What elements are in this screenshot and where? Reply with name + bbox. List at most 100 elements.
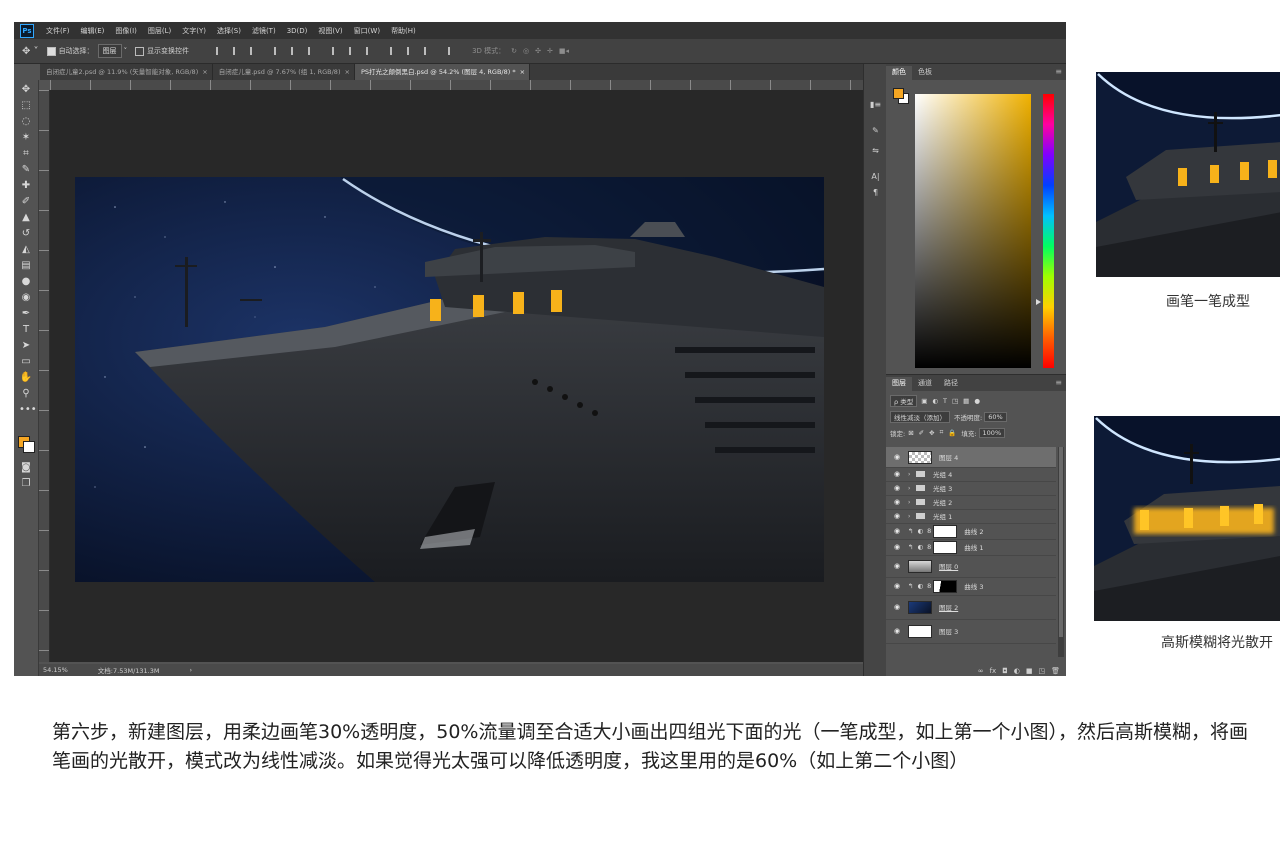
auto-select-checkbox[interactable] [46,46,56,56]
lock-transparent-icon[interactable]: ⊠ [908,429,913,437]
menu-help[interactable]: 帮助(H) [391,26,416,36]
filter-adjust-icon[interactable]: ◐ [932,397,938,405]
align-middle-icon[interactable] [233,47,243,55]
layer-row-layer-4[interactable]: ◉ 图层 4 [886,447,1056,468]
menu-image[interactable]: 图像(I) [115,26,137,36]
hand-tool-icon[interactable]: ✋ [19,372,33,384]
eye-icon[interactable]: ◉ [892,453,902,461]
move-tool-icon[interactable]: ✥ [19,84,33,96]
layer-row-layer-2[interactable]: ◉ 图层 2 [886,595,1056,620]
menu-window[interactable]: 窗口(W) [354,26,380,36]
3d-roll-icon[interactable]: ◎ [523,47,529,55]
tab-layers[interactable]: 图层 [886,377,912,391]
history-icon[interactable]: ▮≡ [870,100,881,110]
eye-icon[interactable]: ◉ [892,543,902,551]
zoom-tool-icon[interactable]: ⚲ [19,388,33,400]
filter-smart-icon[interactable]: ▦ [963,397,969,405]
new-layer-icon[interactable]: ◳ [1038,667,1045,675]
menu-edit[interactable]: 编辑(E) [81,26,105,36]
eyedropper-tool-icon[interactable]: ✎ [19,164,33,176]
panel-menu-icon[interactable]: ≡ [1055,67,1062,76]
path-select-tool-icon[interactable]: ➤ [19,340,33,352]
3d-slide-icon[interactable]: ✛ [547,47,553,55]
auto-align-icon[interactable] [448,47,458,55]
brush-presets-icon[interactable]: ✎ [870,126,881,136]
layer-row-group-3[interactable]: ◉ › 光组 3 [886,481,1056,496]
tab-document-1[interactable]: 自闭症儿童2.psd @ 11.9% (矢量智能对象, RGB/8) × [40,64,213,80]
history-brush-tool-icon[interactable]: ↺ [19,228,33,240]
tab-swatches[interactable]: 色板 [912,66,938,80]
eye-icon[interactable]: ◉ [892,484,902,492]
menu-view[interactable]: 视图(V) [318,26,342,36]
lasso-tool-icon[interactable]: ◌ [19,116,33,128]
blend-mode-dropdown[interactable]: 线性减淡（添加） [890,410,950,423]
eye-icon[interactable]: ◉ [892,498,902,506]
adjust-icon[interactable]: ⇋ [870,146,881,156]
distribute-top-icon[interactable] [332,47,342,55]
layer-row-layer-0[interactable]: ◉ 图层 0 [886,555,1056,578]
auto-select-dropdown[interactable]: 图层 [97,44,122,58]
align-bottom-icon[interactable] [250,47,260,55]
chevron-right-icon[interactable]: › [908,499,914,506]
color-picker-field[interactable] [915,94,1031,368]
add-mask-icon[interactable]: ◘ [1002,667,1008,675]
layer-row-curves-2[interactable]: ◉ ↰ ◐ 8 曲线 2 [886,523,1056,540]
lock-position-icon[interactable]: ✥ [929,429,934,437]
marquee-tool-icon[interactable]: ⬚ [19,100,33,112]
tab-document-2[interactable]: 自闭症儿童.psd @ 7.67% (组 1, RGB/8) × [213,64,355,80]
layer-row-curves-1[interactable]: ◉ ↰ ◐ 8 曲线 1 [886,539,1056,556]
crop-tool-icon[interactable]: ⌗ [19,148,33,160]
close-icon[interactable]: × [202,68,207,76]
menu-file[interactable]: 文件(F) [46,26,70,36]
3d-rotate-icon[interactable]: ↻ [511,47,517,55]
character-icon[interactable]: A| [870,172,881,182]
layer-kind-filter[interactable]: ρ 类型 [890,394,918,407]
layer-row-group-1[interactable]: ◉ › 光组 1 [886,509,1056,524]
layer-row-group-4[interactable]: ◉ › 光组 4 [886,467,1056,482]
lock-pixels-icon[interactable]: ✐ [919,429,924,437]
paragraph-icon[interactable]: ¶ [870,188,881,198]
more-tools-icon[interactable]: ••• [19,404,37,416]
align-right-icon[interactable] [308,47,318,55]
healing-tool-icon[interactable]: ✚ [19,180,33,192]
zoom-level[interactable]: 54.15% [43,666,68,674]
gradient-tool-icon[interactable]: ▤ [19,260,33,272]
chevron-right-icon[interactable]: › [908,513,914,520]
distribute-middle-icon[interactable] [349,47,359,55]
fill-field[interactable]: 100% [978,427,1006,438]
status-menu-arrow[interactable]: › [189,666,192,674]
quick-mask-icon[interactable]: ◙ [19,462,33,474]
lock-artboard-icon[interactable]: ⌗ [940,428,944,437]
hue-spectrum-slider[interactable] [1043,94,1054,368]
filter-toggle-icon[interactable]: ● [974,397,980,405]
spectrum-marker-icon[interactable] [1036,299,1041,305]
distribute-right-icon[interactable] [424,47,434,55]
close-icon[interactable]: × [344,68,349,76]
align-center-icon[interactable] [291,47,301,55]
canvas-area[interactable] [50,90,863,662]
chevron-right-icon[interactable]: › [908,485,914,492]
new-group-icon[interactable]: ■ [1026,667,1033,675]
dodge-tool-icon[interactable]: ◉ [19,292,33,304]
menu-select[interactable]: 选择(S) [217,26,241,36]
distribute-left-icon[interactable] [390,47,400,55]
panel-menu-icon[interactable]: ≡ [1055,378,1062,387]
brush-tool-icon[interactable]: ✐ [19,196,33,208]
filter-type-icon[interactable]: T [943,397,947,405]
delete-layer-icon[interactable]: 🗑 [1051,667,1060,675]
type-tool-icon[interactable]: T [19,324,33,336]
chevron-down-icon[interactable]: ˅ [124,47,128,55]
new-adjustment-icon[interactable]: ◐ [1014,667,1020,675]
menu-layer[interactable]: 图层(L) [148,26,171,36]
filter-pixel-icon[interactable]: ▣ [921,397,927,405]
scroll-thumb[interactable] [1059,447,1063,637]
filter-shape-icon[interactable]: ◳ [952,397,958,405]
background-color-swatch[interactable] [23,441,35,453]
opacity-field[interactable]: 60% [984,411,1007,422]
eye-icon[interactable]: ◉ [892,603,902,611]
fx-icon[interactable]: fx [990,667,997,675]
show-transform-checkbox[interactable] [135,46,145,56]
eye-icon[interactable]: ◉ [892,512,902,520]
layer-row-group-2[interactable]: ◉ › 光组 2 [886,495,1056,510]
eraser-tool-icon[interactable]: ◭ [19,244,33,256]
